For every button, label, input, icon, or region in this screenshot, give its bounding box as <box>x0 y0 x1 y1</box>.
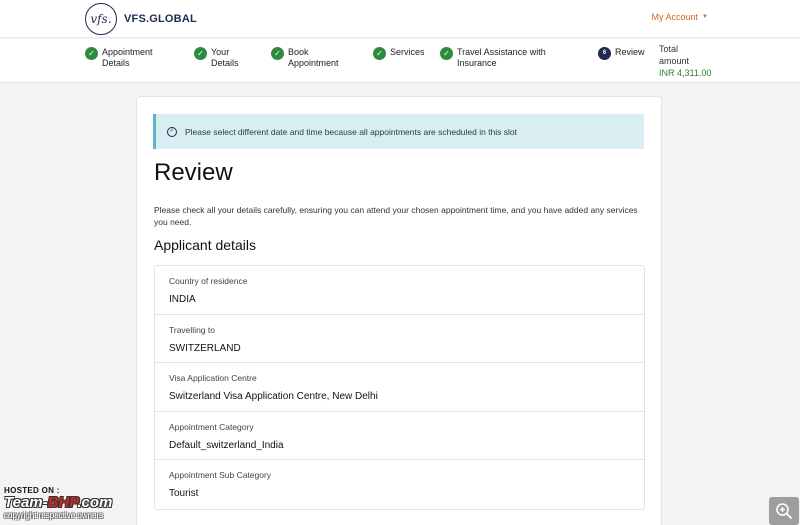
detail-value: SWITZERLAND <box>169 342 241 354</box>
step-label: Services <box>390 47 425 57</box>
my-account-menu[interactable]: My Account ▼ <box>652 12 708 22</box>
total-label-2: amount <box>659 56 690 66</box>
total-label: Total <box>659 44 679 54</box>
vfs-logo-text: VFS.GLOBAL <box>124 13 197 25</box>
detail-value: Tourist <box>169 488 199 499</box>
page-title: Review <box>154 159 233 186</box>
detail-row-travelling-to: Travelling to SWITZERLAND <box>155 315 644 363</box>
info-alert: ✓ Please select different date and time … <box>153 114 644 149</box>
detail-label: Appointment Category <box>169 421 254 432</box>
detail-value: Default_switzerland_India <box>169 439 284 451</box>
vfs-logo-mark: vfs. <box>85 3 117 35</box>
applicant-details-list: Country of residence INDIA Travelling to… <box>154 265 645 510</box>
vfs-logo[interactable]: vfs. VFS.GLOBAL <box>85 3 197 35</box>
step-label: Appointment Details <box>102 47 153 68</box>
total-amount-value: INR 4,311.00 <box>659 68 712 78</box>
step-review: 6 Review <box>598 47 645 60</box>
detail-row-appointment-sub-category: Appointment Sub Category Tourist <box>155 460 644 509</box>
detail-row-visa-application-centre: Visa Application Centre Switzerland Visa… <box>155 363 644 412</box>
checkmark-circle-icon: ✓ <box>85 47 98 60</box>
review-card: ✓ Please select different date and time … <box>136 96 662 525</box>
detail-row-appointment-category: Appointment Category Default_switzerland… <box>155 412 644 460</box>
detail-label: Country of residence <box>169 276 248 286</box>
intro-text: Please check all your details carefully,… <box>154 205 638 227</box>
step-appointment-details: ✓ Appointment Details <box>85 47 153 69</box>
detail-value: Switzerland Visa Application Centre, New… <box>169 391 378 402</box>
my-account-label: My Account <box>651 12 699 22</box>
step-your-details: ✓ Your Details <box>194 47 239 69</box>
checkmark-circle-icon: ✓ <box>373 47 386 60</box>
section-title-applicant-details: Applicant details <box>154 237 256 253</box>
watermark-copyright: copyright respective owners <box>4 511 104 520</box>
detail-label: Travelling to <box>169 324 215 335</box>
check-circle-icon: ✓ <box>167 126 177 137</box>
detail-label: Appointment Sub Category <box>169 470 272 480</box>
step-number-badge: 6 <box>598 47 611 60</box>
detail-value: INDIA <box>169 294 196 305</box>
zoom-in-icon <box>776 503 792 519</box>
watermark-brand: Team-BHP.com <box>4 494 113 511</box>
zoom-in-button[interactable] <box>769 497 799 525</box>
detail-label: Visa Application Centre <box>169 373 257 383</box>
step-label: Your Details <box>211 47 239 68</box>
checkmark-circle-icon: ✓ <box>440 47 453 60</box>
top-header: vfs. VFS.GLOBAL My Account ▼ <box>0 0 800 38</box>
checkmark-circle-icon: ✓ <box>194 47 207 60</box>
step-travel-assistance: ✓ Travel Assistance with Insurance <box>440 47 546 69</box>
progress-stepper: ✓ Appointment Details ✓ Your Details ✓ B… <box>0 39 800 83</box>
step-label: Review <box>615 47 645 57</box>
chevron-down-icon: ▼ <box>702 14 708 20</box>
team-bhp-watermark: HOSTED ON : Team-BHP.com copyright respe… <box>4 486 112 520</box>
step-label: Travel Assistance with Insurance <box>457 47 546 68</box>
total-amount-summary: Total amount INR 4,311.00 <box>659 43 719 79</box>
detail-row-country-of-residence: Country of residence INDIA <box>155 266 644 315</box>
checkmark-circle-icon: ✓ <box>271 47 284 60</box>
step-label: Book Appointment <box>288 47 339 68</box>
step-book-appointment: ✓ Book Appointment <box>271 47 339 69</box>
step-services: ✓ Services <box>373 47 425 60</box>
alert-text: Please select different date and time be… <box>185 126 518 137</box>
